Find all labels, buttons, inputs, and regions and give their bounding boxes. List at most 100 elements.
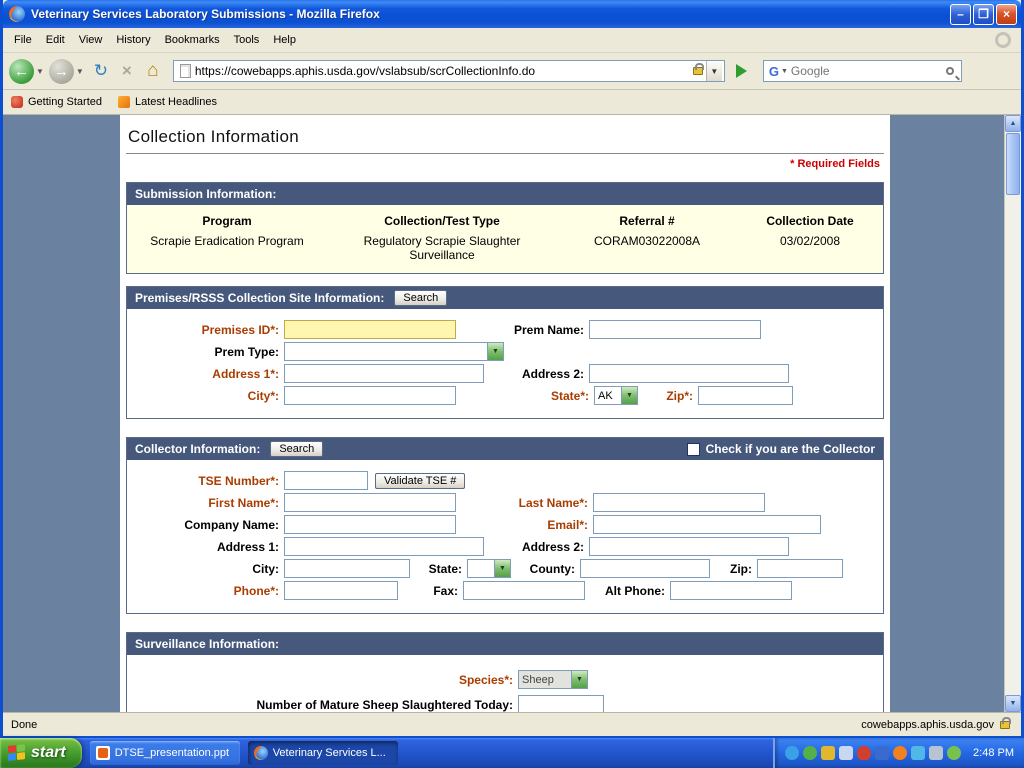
collector-city-input[interactable]: [284, 559, 410, 578]
menu-help[interactable]: Help: [266, 31, 303, 49]
email-input[interactable]: [593, 515, 821, 534]
minimize-button[interactable]: –: [950, 4, 971, 25]
forward-dropdown-icon[interactable]: ▼: [76, 67, 84, 76]
collector-row-6: Phone*: Fax: Alt Phone:: [127, 581, 883, 600]
collector-state-value: [468, 560, 494, 577]
tray-icon[interactable]: [839, 746, 853, 760]
submission-section: Submission Information: Program Collecti…: [126, 182, 884, 274]
bookmark-getting-started[interactable]: Getting Started: [11, 96, 102, 108]
tray-icon[interactable]: [911, 746, 925, 760]
menu-view[interactable]: View: [72, 31, 110, 49]
tray-icon[interactable]: [893, 746, 907, 760]
stop-icon[interactable]: ×: [115, 59, 139, 83]
fax-label: Fax:: [398, 584, 458, 598]
tray-icon[interactable]: [803, 746, 817, 760]
search-engine-dropdown-icon[interactable]: ▼: [781, 68, 788, 75]
collector-self-label: Check if you are the Collector: [706, 442, 875, 456]
forward-button[interactable]: →: [49, 59, 74, 84]
taskbar-clock: 2:48 PM: [973, 747, 1014, 759]
tray-icon[interactable]: [947, 746, 961, 760]
maximize-button[interactable]: ❐: [973, 4, 994, 25]
reload-icon[interactable]: ↻: [89, 59, 113, 83]
tray-icon[interactable]: [875, 746, 889, 760]
go-button[interactable]: [731, 60, 753, 82]
menu-tools[interactable]: Tools: [227, 31, 267, 49]
home-icon[interactable]: ⌂: [141, 59, 165, 83]
collector-address1-label: Address 1:: [127, 540, 279, 554]
collector-row-1: TSE Number*: Validate TSE #: [127, 471, 883, 490]
bookmark-latest-headlines[interactable]: Latest Headlines: [118, 96, 217, 108]
search-icon[interactable]: [946, 67, 954, 75]
species-select[interactable]: Sheep ▼: [518, 670, 588, 689]
email-label: Email*:: [456, 518, 588, 532]
collector-address1-input[interactable]: [284, 537, 484, 556]
premises-city-input[interactable]: [284, 386, 456, 405]
submission-section-header: Submission Information:: [127, 183, 883, 205]
company-name-input[interactable]: [284, 515, 456, 534]
collector-city-label: City:: [127, 562, 279, 576]
first-name-input[interactable]: [284, 493, 456, 512]
premises-zip-input[interactable]: [698, 386, 793, 405]
premises-id-input[interactable]: [284, 320, 456, 339]
close-button[interactable]: ×: [996, 4, 1017, 25]
chevron-down-icon: ▼: [571, 671, 587, 688]
start-button[interactable]: start: [0, 738, 82, 768]
search-input[interactable]: [791, 62, 946, 80]
mature-today-input[interactable]: [518, 695, 604, 712]
premises-address1-input[interactable]: [284, 364, 484, 383]
scroll-down-button[interactable]: ▼: [1005, 695, 1021, 712]
species-value: Sheep: [519, 671, 571, 688]
premises-row-3: Address 1*: Address 2:: [127, 364, 883, 383]
collector-section: Collector Information: Search Check if y…: [126, 437, 884, 614]
tray-icon[interactable]: [821, 746, 835, 760]
county-input[interactable]: [580, 559, 710, 578]
premises-section: Premises/RSSS Collection Site Informatio…: [126, 286, 884, 419]
menu-file[interactable]: File: [7, 31, 39, 49]
rss-icon: [118, 96, 130, 108]
column-header-referral: Referral #: [557, 211, 737, 231]
premises-address2-input[interactable]: [589, 364, 789, 383]
prem-type-select[interactable]: ▼: [284, 342, 504, 361]
throbber-icon: [995, 32, 1011, 48]
tray-icon[interactable]: [785, 746, 799, 760]
menu-bookmarks[interactable]: Bookmarks: [158, 31, 227, 49]
vertical-scrollbar[interactable]: ▲ ▼: [1004, 115, 1021, 712]
url-input[interactable]: [195, 62, 690, 80]
back-button[interactable]: ←: [9, 59, 34, 84]
premises-search-button[interactable]: Search: [394, 290, 447, 306]
url-bar[interactable]: ▼: [173, 60, 725, 82]
premises-state-select[interactable]: AK ▼: [594, 386, 638, 405]
go-arrow-icon: [736, 64, 747, 78]
menu-history[interactable]: History: [109, 31, 157, 49]
bookmark-icon: [11, 96, 23, 108]
system-tray: 2:48 PM: [773, 738, 1024, 768]
collector-zip-input[interactable]: [757, 559, 843, 578]
scroll-thumb[interactable]: [1006, 133, 1020, 195]
last-name-input[interactable]: [593, 493, 765, 512]
collector-address2-input[interactable]: [589, 537, 789, 556]
collector-search-button[interactable]: Search: [270, 441, 323, 457]
tray-icon[interactable]: [857, 746, 871, 760]
collector-state-select[interactable]: ▼: [467, 559, 511, 578]
tray-icon[interactable]: [929, 746, 943, 760]
prem-name-input[interactable]: [589, 320, 761, 339]
premises-row-1: Premises ID*: Prem Name:: [127, 320, 883, 339]
collector-self-checkbox[interactable]: [687, 443, 700, 456]
phone-input[interactable]: [284, 581, 398, 600]
menu-edit[interactable]: Edit: [39, 31, 72, 49]
alt-phone-input[interactable]: [670, 581, 792, 600]
prem-type-label: Prem Type:: [127, 345, 279, 359]
menu-bar: File Edit View History Bookmarks Tools H…: [3, 28, 1021, 53]
scroll-up-button[interactable]: ▲: [1005, 115, 1021, 132]
validate-tse-button[interactable]: Validate TSE #: [375, 473, 465, 489]
fax-input[interactable]: [463, 581, 585, 600]
task-button-firefox[interactable]: Veterinary Services L...: [248, 741, 398, 765]
task-button-powerpoint[interactable]: DTSE_presentation.ppt: [90, 741, 240, 765]
task-label: Veterinary Services L...: [273, 747, 386, 759]
back-dropdown-icon[interactable]: ▼: [36, 67, 44, 76]
firefox-icon: [254, 746, 268, 760]
tse-number-input[interactable]: [284, 471, 368, 490]
urlbar-dropdown-button[interactable]: ▼: [706, 61, 722, 81]
prem-name-label: Prem Name:: [456, 323, 584, 337]
search-box[interactable]: G ▼: [763, 60, 962, 82]
